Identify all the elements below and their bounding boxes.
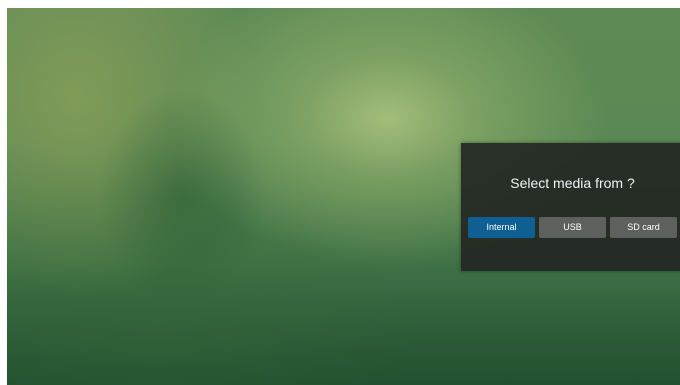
background-vignette: [7, 265, 680, 385]
internal-button[interactable]: Internal: [468, 217, 535, 238]
dialog-title: Select media from ?: [510, 175, 635, 191]
sd-card-button[interactable]: SD card: [610, 217, 677, 238]
usb-button[interactable]: USB: [539, 217, 606, 238]
select-media-dialog: Select media from ? Internal USB SD card: [461, 143, 680, 271]
screen-background: Select media from ? Internal USB SD card: [7, 8, 680, 385]
media-source-buttons: Internal USB SD card: [468, 217, 678, 238]
